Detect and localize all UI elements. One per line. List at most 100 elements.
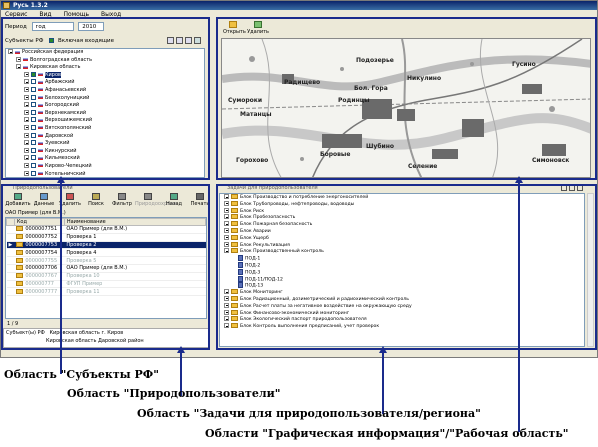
item-checkbox[interactable] <box>31 147 36 153</box>
tree-item[interactable]: Кирово-Чепецкий <box>6 162 204 171</box>
expand-icon[interactable] <box>224 227 229 233</box>
task-item[interactable]: Блок Финансово-экономический мониторинг <box>224 309 584 317</box>
menu-service[interactable]: Сервис <box>5 11 27 18</box>
item-checkbox[interactable] <box>31 155 36 161</box>
task-item[interactable]: Блок Экологический паспорт природопользо… <box>224 316 584 323</box>
item-checkbox[interactable] <box>31 132 36 138</box>
task-item[interactable]: Блок Риск <box>224 207 584 215</box>
task-item[interactable]: ПОД-3 <box>224 268 584 276</box>
table-row[interactable]: ▶ 0000007753 Проверка 2 <box>6 241 206 250</box>
tree-item[interactable]: Даровской <box>6 132 204 141</box>
expand-icon[interactable] <box>24 79 29 85</box>
toolbar-button[interactable]: Данные <box>31 193 57 207</box>
expand-icon[interactable] <box>224 309 229 315</box>
toolbar-button[interactable]: Природоохрана <box>135 193 177 207</box>
expand-icon[interactable] <box>24 71 29 77</box>
menu-view[interactable]: Вид <box>39 11 51 18</box>
expand-icon[interactable] <box>24 102 29 108</box>
tree-item[interactable]: Кикнурский <box>6 147 204 156</box>
item-checkbox[interactable] <box>31 140 36 146</box>
item-checkbox[interactable] <box>31 162 36 168</box>
menu-exit[interactable]: Выход <box>101 11 121 18</box>
expand-icon[interactable] <box>24 86 29 92</box>
include-checkbox[interactable] <box>49 38 55 43</box>
expand-icon[interactable] <box>24 162 29 168</box>
expand-icon[interactable] <box>24 109 29 115</box>
tree-item[interactable]: Верхнекамский <box>6 109 204 118</box>
item-checkbox[interactable] <box>31 71 36 77</box>
item-checkbox[interactable] <box>31 124 36 130</box>
tree-item[interactable]: Верхошижемский <box>6 117 204 125</box>
toolbar-button[interactable]: Поиск <box>83 193 109 207</box>
task-item[interactable]: ПОД-13 <box>224 282 584 289</box>
tree-item[interactable]: Киров <box>6 71 204 80</box>
list-view-icon[interactable] <box>561 185 567 191</box>
expand-icon[interactable] <box>224 214 229 220</box>
open-button[interactable]: Открыть <box>223 21 246 35</box>
delete-map-button[interactable]: Удалить <box>247 21 269 35</box>
expand-icon[interactable] <box>224 221 229 227</box>
tree-item[interactable]: Котельничский <box>6 170 204 178</box>
expand-icon[interactable] <box>224 316 229 322</box>
task-item[interactable]: Блок Мониторинг <box>224 289 584 296</box>
expand-icon[interactable] <box>24 140 29 146</box>
expand-icon[interactable] <box>8 49 13 54</box>
task-item[interactable]: Блок Производство и потребление энергоно… <box>224 194 584 201</box>
table-row[interactable]: 0000007706 ОАО Пример (для В.М.) <box>6 264 206 273</box>
item-checkbox[interactable] <box>31 102 36 108</box>
task-item[interactable]: ПОД-2 <box>224 261 584 269</box>
tree-item[interactable]: Богородский <box>6 102 204 110</box>
tasks-scrollbar[interactable] <box>587 193 594 347</box>
expand-icon[interactable] <box>24 155 29 161</box>
item-checkbox[interactable] <box>31 79 36 85</box>
task-item[interactable]: Блок Трубопроводы, нефтепроводы, водовод… <box>224 200 584 208</box>
expand-icon[interactable] <box>24 124 29 130</box>
task-item[interactable]: ПОД-11/ПОД-12 <box>224 275 584 283</box>
expand-icon[interactable] <box>224 302 229 308</box>
table-row[interactable]: 0000007754 Проверка 4 <box>6 248 206 258</box>
table-row[interactable]: 0000007752 Проверка 1 <box>6 233 206 242</box>
tree-item[interactable]: Кировская область <box>6 64 204 72</box>
expand-icon[interactable] <box>16 56 21 62</box>
task-item[interactable]: Блок Аварии <box>224 227 584 235</box>
expand-icon[interactable] <box>24 147 29 153</box>
expand-icon[interactable] <box>224 295 229 301</box>
column-code[interactable]: Код <box>13 218 65 226</box>
task-item[interactable]: Блок Рекультивация <box>224 241 584 249</box>
item-checkbox[interactable] <box>31 86 36 92</box>
tree-item[interactable]: Волгоградская область <box>6 56 204 65</box>
item-checkbox[interactable] <box>31 109 36 115</box>
toolbar-button[interactable]: Назад <box>161 193 187 207</box>
tree-item[interactable]: Афанасьевский <box>6 86 204 95</box>
task-item[interactable]: Блок Контроль выполнения предписаний, уч… <box>224 323 584 330</box>
list-icon[interactable] <box>167 37 174 44</box>
table-row[interactable]: 0000007755 Проверка 5 <box>6 256 206 265</box>
close-icon[interactable] <box>576 185 583 191</box>
tree-item[interactable]: Вятскополянский <box>6 124 204 133</box>
table-row[interactable]: 0000007777 Проверка 11 <box>6 287 206 297</box>
expand-icon[interactable] <box>24 117 29 123</box>
item-checkbox[interactable] <box>31 170 36 176</box>
expand-icon[interactable] <box>224 241 229 247</box>
item-checkbox[interactable] <box>31 117 36 123</box>
toolbar-button[interactable]: Добавить <box>5 193 31 207</box>
toolbar-button[interactable]: Фильтр <box>109 193 135 207</box>
item-checkbox[interactable] <box>31 94 36 100</box>
expand-icon[interactable] <box>224 323 229 329</box>
expand-icon[interactable] <box>24 94 29 100</box>
expand-icon[interactable] <box>16 64 21 70</box>
task-item[interactable]: Блок Ущерб <box>224 234 584 242</box>
table-row[interactable]: 0000007767 Проверка 10 <box>6 272 206 281</box>
tree-view-icon[interactable] <box>568 185 575 191</box>
table-icon[interactable] <box>184 37 192 44</box>
map-canvas[interactable]: Радищево Бол. Гора Никулино Сумороки Подозер… <box>221 38 591 178</box>
expand-icon[interactable] <box>224 207 229 213</box>
expand-icon[interactable] <box>224 194 229 199</box>
expand-icon[interactable] <box>224 289 229 295</box>
expand-icon[interactable] <box>24 170 29 176</box>
period-select[interactable]: год <box>31 22 74 31</box>
toolbar-button[interactable]: Печать <box>187 193 213 207</box>
task-item[interactable]: Блок Пробезопасность <box>224 214 584 221</box>
task-item[interactable]: Блок Производственный контроль <box>224 248 584 255</box>
table-row[interactable]: 0000007751 ОАО Пример (для В.М.) <box>6 225 206 234</box>
